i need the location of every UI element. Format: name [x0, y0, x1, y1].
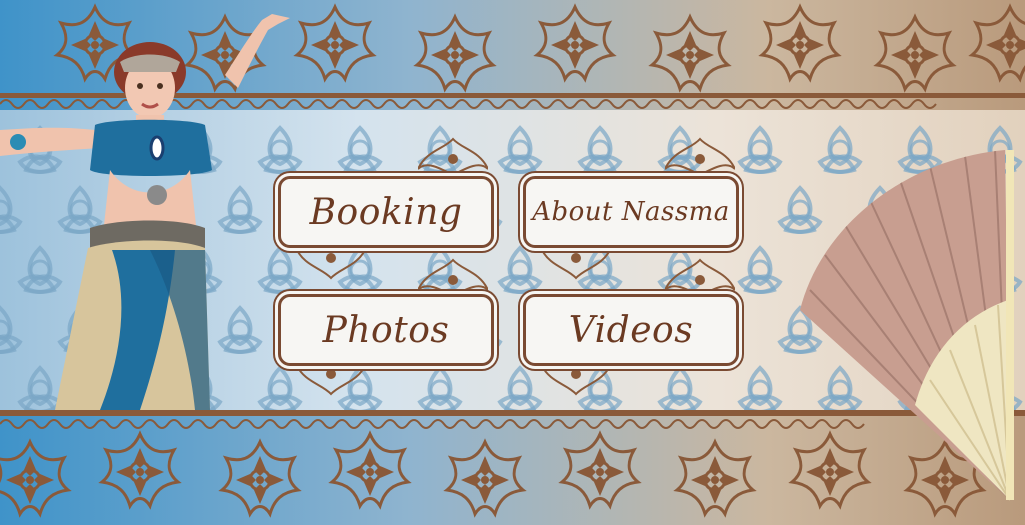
- videos-label: Videos: [568, 309, 694, 351]
- booking-label: Booking: [309, 191, 463, 233]
- henna-flower-icon: [665, 137, 735, 177]
- henna-flower-icon: [418, 258, 488, 298]
- dancer-photo: [0, 14, 290, 410]
- henna-flower-icon: [418, 137, 488, 177]
- booking-button[interactable]: Booking: [278, 176, 494, 248]
- henna-flower-icon: [665, 258, 735, 298]
- photos-button[interactable]: Photos: [278, 294, 494, 366]
- photos-label: Photos: [322, 309, 450, 351]
- videos-button[interactable]: Videos: [523, 294, 739, 366]
- about-nassma-label: About Nassma: [532, 197, 730, 227]
- folding-fan-image: [800, 150, 1014, 501]
- about-nassma-button[interactable]: About Nassma: [523, 176, 739, 248]
- site-header-banner: Booking About Nassma Photos Videos: [0, 0, 1025, 525]
